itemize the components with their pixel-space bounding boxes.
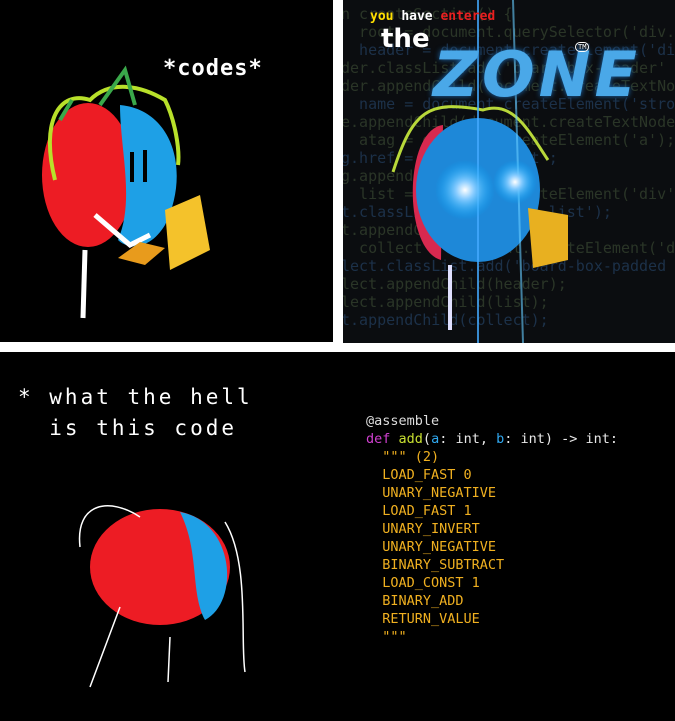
function-signature: def add(a: int, b: int) -> int: — [366, 430, 618, 448]
title-zone: ZONE — [433, 38, 641, 111]
zone-title-small: you have entered — [370, 9, 495, 24]
title-entered: entered — [440, 9, 496, 24]
character-drawing — [42, 65, 210, 319]
bytecode-op: BINARY_SUBTRACT — [366, 557, 505, 573]
bytecode-op: LOAD_FAST 1 — [366, 503, 472, 519]
title-have: have — [401, 9, 433, 24]
sig-paren: ( — [422, 431, 432, 447]
panel-what-the-hell: * what the hell is this code @assemble d… — [0, 352, 675, 721]
character-scribble — [78, 505, 246, 688]
docstring-open: """ (2) — [366, 449, 440, 465]
bytecode-op: BINARY_ADD — [366, 593, 464, 609]
comic: *codes* n createSection() { root = docum… — [0, 0, 675, 721]
bytecode-op: UNARY_NEGATIVE — [366, 539, 497, 555]
title-the: the — [381, 24, 430, 54]
sig-type-a: : int, — [439, 431, 497, 447]
bytecode-op: LOAD_FAST 0 — [366, 467, 472, 483]
docstring-close: """ — [366, 629, 407, 645]
param-a: a — [431, 431, 440, 447]
decorator: @assemble — [366, 413, 440, 429]
function-name: add — [398, 431, 423, 447]
code-block: @assemble def add(a: int, b: int) -> int… — [366, 412, 618, 646]
def-keyword: def — [366, 431, 391, 447]
panel-codes: *codes* — [0, 0, 333, 342]
trademark-badge: TM — [575, 42, 590, 52]
bytecode-op: LOAD_CONST 1 — [366, 575, 480, 591]
codes-caption: *codes* — [163, 56, 263, 81]
title-you: you — [370, 9, 394, 24]
bytecode-op: UNARY_INVERT — [366, 521, 480, 537]
bytecode-op: UNARY_NEGATIVE — [366, 485, 497, 501]
bytecode-op: RETURN_VALUE — [366, 611, 480, 627]
sig-return: : int) -> int: — [504, 431, 619, 447]
bytecode-ops: LOAD_FAST 0 UNARY_NEGATIVE LOAD_FAST 1 U… — [366, 466, 618, 628]
panel-zone: n createSection() { root = document.quer… — [343, 0, 675, 343]
